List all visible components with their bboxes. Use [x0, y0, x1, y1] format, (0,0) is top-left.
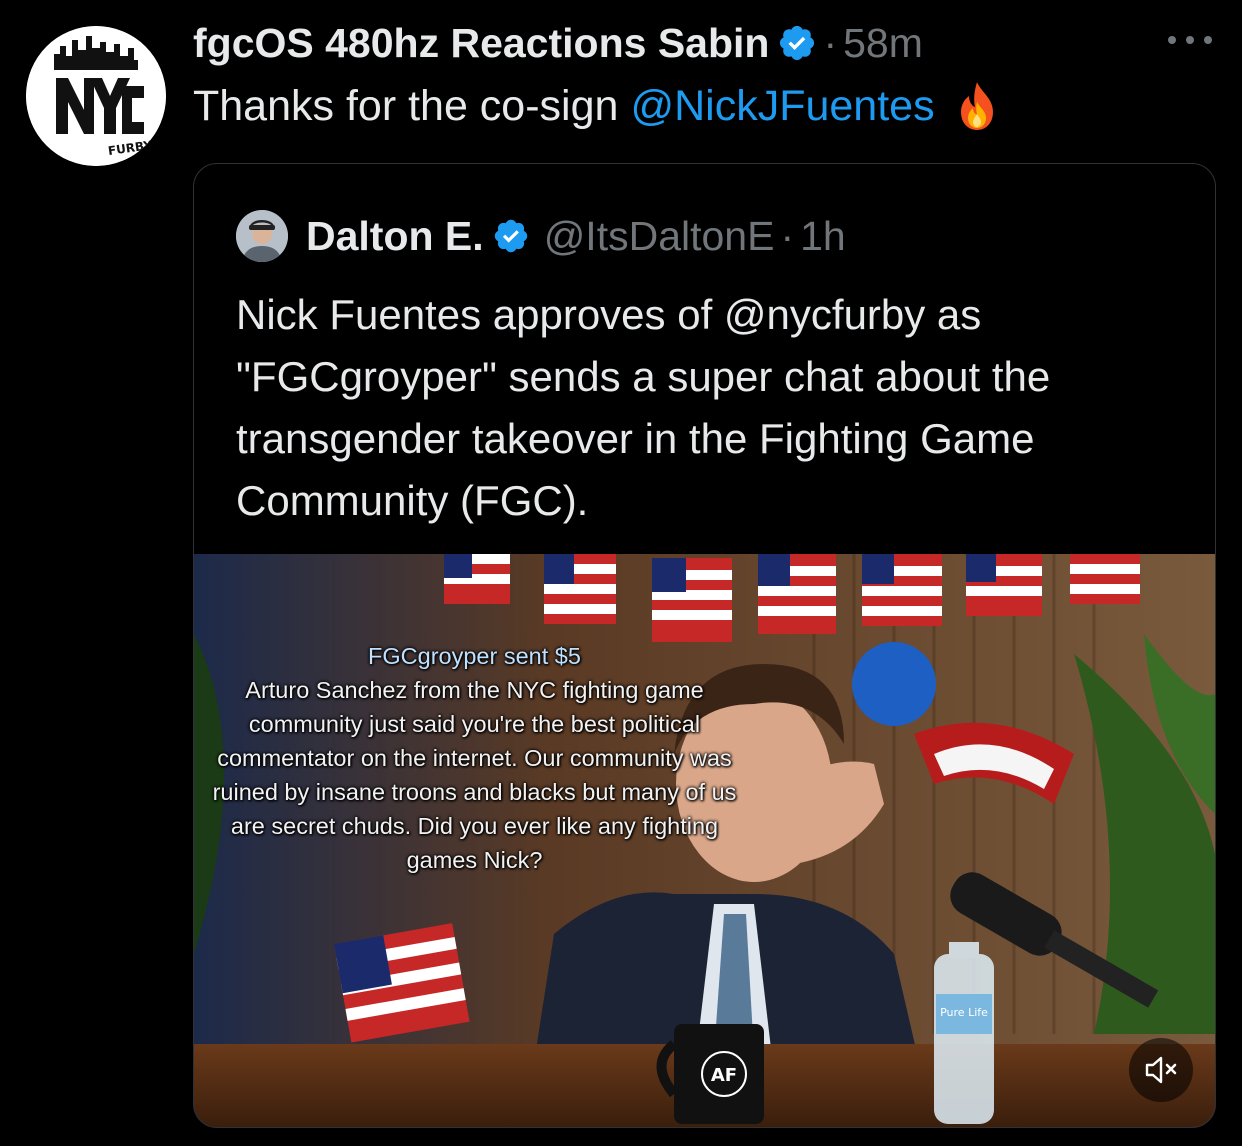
tweet-header: fgcOS 480hz Reactions Sabin · 58m: [193, 18, 1212, 68]
superchat-header: FGCgroyper sent $5: [212, 639, 737, 673]
quoted-tweet-text: Nick Fuentes approves of @nycfurby as "F…: [236, 291, 1051, 524]
quoted-tweet-header: Dalton E. @ItsDaltonE · 1h: [236, 210, 846, 262]
superchat-amount: sent $5: [503, 643, 581, 669]
superchat-user: FGCgroyper: [368, 643, 498, 669]
fire-emoji-icon: [953, 80, 1001, 132]
separator-dot: ·: [780, 212, 795, 259]
mute-icon[interactable]: [1129, 1038, 1193, 1102]
quoted-handle[interactable]: @ItsDaltonE: [544, 213, 775, 260]
quoted-display-name[interactable]: Dalton E.: [306, 213, 484, 260]
tweet-text: Thanks for the co-sign @NickJFuentes: [193, 80, 1001, 132]
tweet-body: Thanks for the co-sign: [193, 81, 619, 130]
verified-badge-icon[interactable]: [777, 23, 817, 63]
tweet-timestamp[interactable]: 58m: [843, 20, 923, 67]
svg-text:Pure Life: Pure Life: [940, 1006, 988, 1019]
quoted-timestamp[interactable]: 1h: [800, 213, 846, 260]
superchat-overlay: FGCgroyper sent $5 Arturo Sanchez from t…: [212, 639, 737, 877]
mention-link[interactable]: @NickJFuentes: [630, 82, 934, 131]
more-icon[interactable]: [1168, 28, 1212, 52]
nyc-furby-logo: FURBY: [26, 26, 166, 166]
author-display-name[interactable]: fgcOS 480hz Reactions Sabin: [193, 20, 769, 67]
quoted-author-avatar[interactable]: [236, 210, 288, 262]
svg-text:AF: AF: [711, 1065, 737, 1086]
quoted-tweet-card[interactable]: Dalton E. @ItsDaltonE · 1h Nick Fuentes …: [193, 163, 1216, 1128]
separator-dot: ·: [823, 19, 838, 66]
verified-badge-icon[interactable]: [492, 217, 530, 255]
video-player[interactable]: AF Pure Life FGCgroyper sent $5 Arturo S…: [194, 554, 1215, 1127]
superchat-message: Arturo Sanchez from the NYC fighting gam…: [212, 677, 737, 873]
author-avatar[interactable]: FURBY: [26, 26, 166, 166]
